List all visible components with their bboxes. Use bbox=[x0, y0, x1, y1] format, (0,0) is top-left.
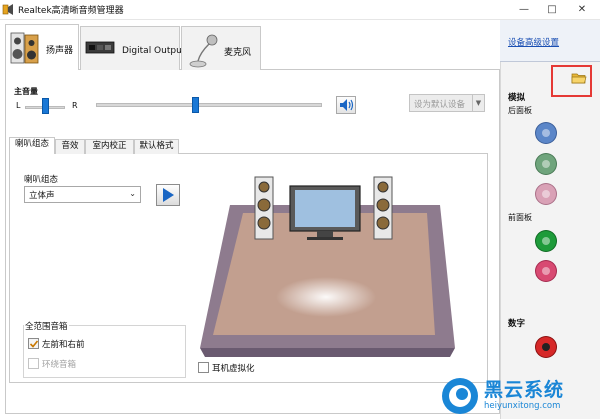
microphone-icon bbox=[189, 34, 218, 68]
analog-title: 模拟 bbox=[508, 93, 526, 103]
title-bar: Realtek高清晰音频管理器 — □ ✕ bbox=[0, 0, 600, 20]
tab-digital-output-label: Digital Output bbox=[122, 46, 186, 56]
minimize-button[interactable]: — bbox=[514, 2, 534, 18]
front-jack-green[interactable] bbox=[536, 231, 556, 251]
balance-slider-thumb[interactable] bbox=[42, 98, 49, 114]
watermark-url: heiyunxitong.com bbox=[484, 401, 561, 411]
set-default-device-label: 设为默认设备 bbox=[414, 100, 466, 110]
back-jack-blue[interactable] bbox=[536, 123, 556, 143]
device-tabs: 扬声器 Digital Output 麦克风 bbox=[5, 24, 500, 70]
subtab-room-correction[interactable]: 室内校正 bbox=[85, 139, 134, 154]
surround-checkbox[interactable] bbox=[28, 358, 39, 369]
listener-spot bbox=[276, 277, 376, 317]
play-icon bbox=[163, 188, 174, 202]
mute-button[interactable] bbox=[336, 96, 356, 114]
full-range-group bbox=[23, 325, 186, 378]
front-right-speaker-icon bbox=[373, 176, 393, 240]
heiyun-logo bbox=[442, 378, 478, 414]
front-lr-label: 左前和右前 bbox=[42, 340, 85, 350]
speaker-tab-icon bbox=[10, 32, 39, 64]
speaker-room-illustration bbox=[200, 176, 455, 357]
window-title: Realtek高清晰音频管理器 bbox=[18, 6, 124, 16]
subtab-effects[interactable]: 音效 bbox=[55, 139, 85, 154]
master-volume-title: 主音量 bbox=[14, 87, 38, 96]
front-left-speaker-icon bbox=[254, 176, 274, 240]
front-lr-checkbox[interactable] bbox=[28, 338, 39, 349]
close-button[interactable]: ✕ bbox=[572, 2, 592, 18]
realtek-app-icon bbox=[2, 4, 13, 15]
tab-speakers[interactable]: 扬声器 bbox=[5, 24, 79, 70]
volume-slider-thumb[interactable] bbox=[192, 97, 199, 113]
speaker-config-select[interactable]: 立体声 ⌄ bbox=[24, 186, 141, 203]
front-panel-label: 前面板 bbox=[508, 213, 532, 222]
checkmark-icon bbox=[29, 340, 39, 348]
tab-microphone-label: 麦克风 bbox=[224, 48, 252, 58]
back-panel-label: 后面板 bbox=[508, 106, 532, 115]
back-jack-pink[interactable] bbox=[536, 184, 556, 204]
front-jack-pink[interactable] bbox=[536, 261, 556, 281]
digital-output-icon bbox=[85, 41, 115, 54]
subtab-default-format[interactable]: 默认格式 bbox=[134, 139, 179, 154]
tab-speakers-label: 扬声器 bbox=[46, 46, 74, 56]
chevron-down-icon: ⌄ bbox=[129, 189, 136, 198]
surround-label: 环绕音箱 bbox=[42, 360, 77, 370]
full-range-title: 全范围音箱 bbox=[24, 320, 69, 332]
play-test-button[interactable] bbox=[156, 184, 180, 206]
digital-jack-red[interactable] bbox=[536, 337, 556, 357]
tab-microphone[interactable]: 麦克风 bbox=[181, 26, 261, 70]
headphone-virtualization-label: 耳机虚拟化 bbox=[212, 364, 255, 374]
folder-icon[interactable] bbox=[571, 71, 587, 85]
balance-left-label: L bbox=[16, 101, 21, 110]
balance-right-label: R bbox=[72, 101, 78, 110]
watermark-name: 黑云系统 bbox=[484, 379, 565, 401]
back-jack-green[interactable] bbox=[536, 154, 556, 174]
subtab-speaker-config[interactable]: 喇叭组态 bbox=[9, 137, 55, 154]
chevron-down-icon[interactable]: ▼ bbox=[472, 95, 484, 111]
speaker-volume-icon bbox=[340, 99, 354, 111]
advanced-device-settings-link[interactable]: 设备高级设置 bbox=[508, 36, 559, 48]
volume-slider-track[interactable] bbox=[96, 103, 322, 107]
speaker-config-label: 喇叭组态 bbox=[24, 175, 59, 185]
set-default-device-button[interactable]: 设为默认设备 ▼ bbox=[409, 94, 485, 112]
maximize-button[interactable]: □ bbox=[542, 2, 562, 18]
digital-title: 数字 bbox=[508, 319, 526, 329]
speaker-config-value: 立体声 bbox=[29, 191, 55, 201]
headphone-virtualization-checkbox[interactable] bbox=[198, 362, 209, 373]
tab-digital-output[interactable]: Digital Output bbox=[80, 26, 185, 70]
